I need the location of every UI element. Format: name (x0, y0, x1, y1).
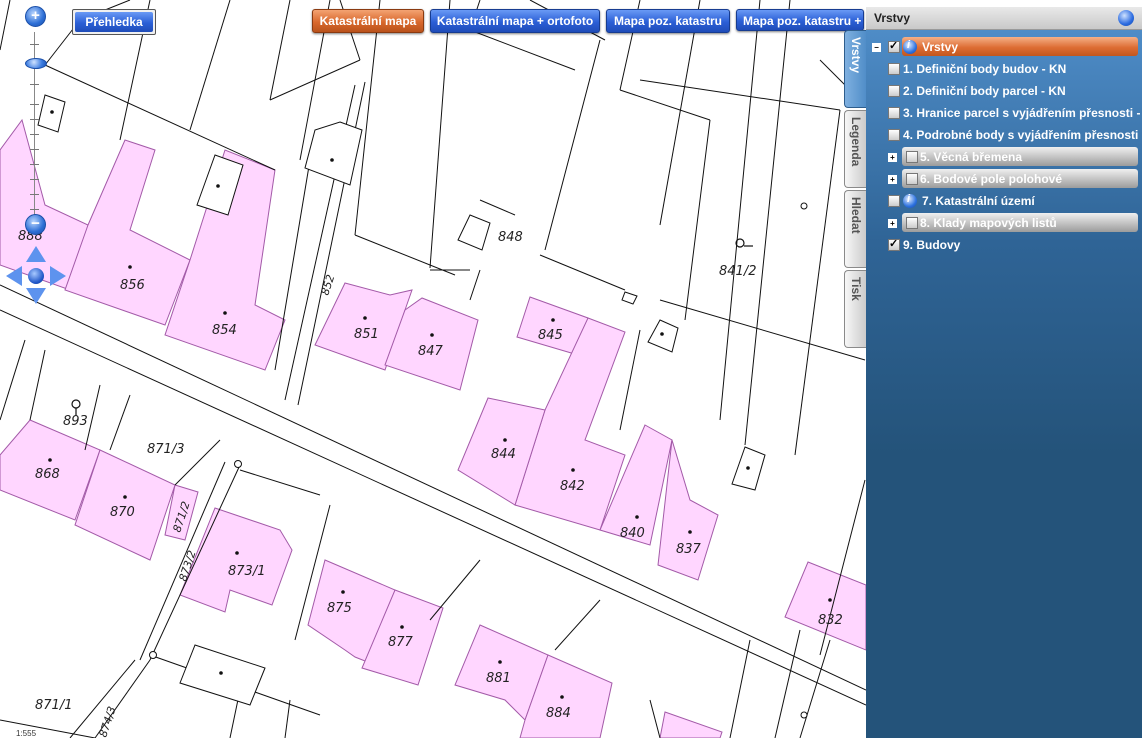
layer-item[interactable]: 2. Definiční body parcel - KN (866, 81, 1142, 101)
parcel-label: 871/1 (35, 698, 72, 713)
parcel-label: 871/3 (147, 442, 184, 457)
layer-checkbox[interactable] (888, 107, 900, 119)
overview-button-frame: Přehledka (72, 9, 156, 35)
parcel-label: 877 (388, 635, 414, 650)
small-structure (647, 319, 679, 353)
small-structure (304, 121, 363, 186)
parcel-label: 848 (498, 230, 523, 245)
map-viewport[interactable]: 888 856 854 851 847 845 848 841/2 844 84… (0, 0, 866, 738)
layer-label: 1. Definiční body budov - KN (903, 62, 1067, 76)
pan-up-icon[interactable] (26, 246, 46, 262)
pan-down-icon[interactable] (26, 288, 46, 304)
parcel-label: 854 (212, 323, 237, 338)
parcel-label: 852 (318, 273, 337, 297)
tab-label: Vrstvy (849, 37, 863, 74)
scale-label: 1:555 (16, 729, 37, 738)
expand-icon[interactable]: + (888, 219, 897, 228)
layer-root-label: Vrstvy (922, 40, 959, 54)
cadastral-map[interactable]: 888 856 854 851 847 845 848 841/2 844 84… (0, 0, 866, 738)
zoom-slider-handle[interactable] (25, 58, 47, 69)
expand-icon[interactable]: + (888, 175, 897, 184)
layer-group[interactable]: + 8. Klady mapových listů (866, 213, 1142, 233)
layer-label: 2. Definiční body parcel - KN (903, 84, 1066, 98)
parcel-label: 840 (620, 526, 645, 541)
parcel-label: 868 (35, 467, 60, 482)
pan-right-icon[interactable] (50, 266, 66, 286)
small-structure (457, 214, 491, 251)
layers-panel: Vrstvy − Vrstvy 1. Definiční body budov … (866, 7, 1142, 738)
parcel-label: 870 (110, 505, 135, 520)
map-type-pozemkovy-plus-button[interactable]: Mapa poz. katastru + (736, 9, 864, 31)
layer-item[interactable]: 9. Budovy (866, 235, 1142, 255)
layer-checkbox[interactable] (888, 195, 900, 207)
layer-checkbox[interactable] (888, 63, 900, 75)
building-832 (784, 561, 866, 651)
layer-checkbox[interactable] (906, 173, 918, 185)
parcel-label: 837 (676, 542, 702, 557)
zoom-in-button[interactable]: + (25, 6, 46, 27)
info-icon[interactable] (1118, 10, 1134, 26)
parcel-label: 844 (491, 447, 516, 462)
layer-group[interactable]: + 6. Bodové pole polohové (866, 169, 1142, 189)
layer-label: 5. Věcná břemena (920, 150, 1023, 164)
layer-item[interactable]: 4. Podrobné body s vyjádřením přesnosti … (866, 125, 1142, 145)
parcel-label: 875 (327, 601, 352, 616)
wms-globe-icon (903, 193, 917, 208)
layer-checkbox[interactable] (906, 151, 918, 163)
layer-checkbox[interactable] (888, 237, 900, 251)
layer-label: 6. Bodové pole polohové (920, 172, 1063, 186)
tab-label: Tisk (849, 277, 863, 301)
tab-hledat[interactable]: Hledat (844, 190, 867, 268)
tab-label: Hledat (849, 197, 863, 234)
collapse-icon[interactable]: − (872, 43, 881, 52)
map-type-ortofoto-button[interactable]: Katastrální mapa + ortofoto (430, 9, 600, 33)
parcel-label: 873/1 (228, 564, 265, 579)
expand-icon[interactable]: + (888, 153, 897, 162)
small-structure (621, 291, 638, 305)
layer-checkbox[interactable] (888, 85, 900, 97)
layer-label: 9. Budovy (903, 238, 961, 252)
layer-checkbox[interactable] (888, 129, 900, 141)
panel-header: Vrstvy (866, 7, 1142, 30)
pan-control (6, 246, 66, 306)
tab-legenda[interactable]: Legenda (844, 110, 867, 188)
parcel-label: 856 (120, 278, 145, 293)
parcel-label: 851 (354, 327, 379, 342)
wms-globe-icon (903, 39, 917, 54)
parcel-label: 893 (63, 414, 88, 429)
parcel-label: 845 (538, 328, 563, 343)
layer-root[interactable]: − Vrstvy (866, 37, 1142, 57)
layer-item[interactable]: 3. Hranice parcel s vyjádřením přesnosti… (866, 103, 1142, 123)
overview-button[interactable]: Přehledka (75, 12, 153, 32)
pan-center-button[interactable] (28, 268, 44, 284)
layer-label: 4. Podrobné body s vyjádřením přesnosti … (903, 128, 1142, 142)
tab-tisk[interactable]: Tisk (844, 270, 867, 348)
parcel-label: 884 (546, 706, 571, 721)
building-873-1 (179, 507, 293, 613)
layer-tree: − Vrstvy 1. Definiční body budov - KN 2.… (866, 30, 1142, 738)
layer-item[interactable]: 1. Definiční body budov - KN (866, 59, 1142, 79)
layer-label: 3. Hranice parcel s vyjádřením přesnosti… (903, 106, 1141, 120)
layer-root-checkbox[interactable] (888, 39, 900, 53)
pan-left-icon[interactable] (6, 266, 22, 286)
map-type-pozemkovy-button[interactable]: Mapa poz. katastru (606, 9, 730, 33)
layer-group[interactable]: + 5. Věcná břemena (866, 147, 1142, 167)
parcel-label: 847 (418, 344, 444, 359)
layer-label: 7. Katastrální území (922, 194, 1035, 208)
small-structure (179, 644, 266, 706)
tab-vrstvy[interactable]: Vrstvy (844, 30, 867, 108)
parcel-label: 842 (560, 479, 585, 494)
layer-checkbox[interactable] (906, 217, 918, 229)
tab-label: Legenda (849, 117, 863, 167)
parcel-label: 874/3 (96, 705, 118, 738)
parcel-label: 832 (818, 613, 843, 628)
layer-item[interactable]: 7. Katastrální území (866, 191, 1142, 211)
parcel-label: 881 (486, 671, 511, 686)
panel-title: Vrstvy (874, 11, 911, 25)
zoom-out-button[interactable]: − (25, 214, 46, 235)
building-partial (659, 711, 723, 738)
map-type-katastralni-button[interactable]: Katastrální mapa (312, 9, 424, 33)
layer-label: 8. Klady mapových listů (920, 216, 1057, 230)
parcel-label: 841/2 (719, 264, 756, 279)
